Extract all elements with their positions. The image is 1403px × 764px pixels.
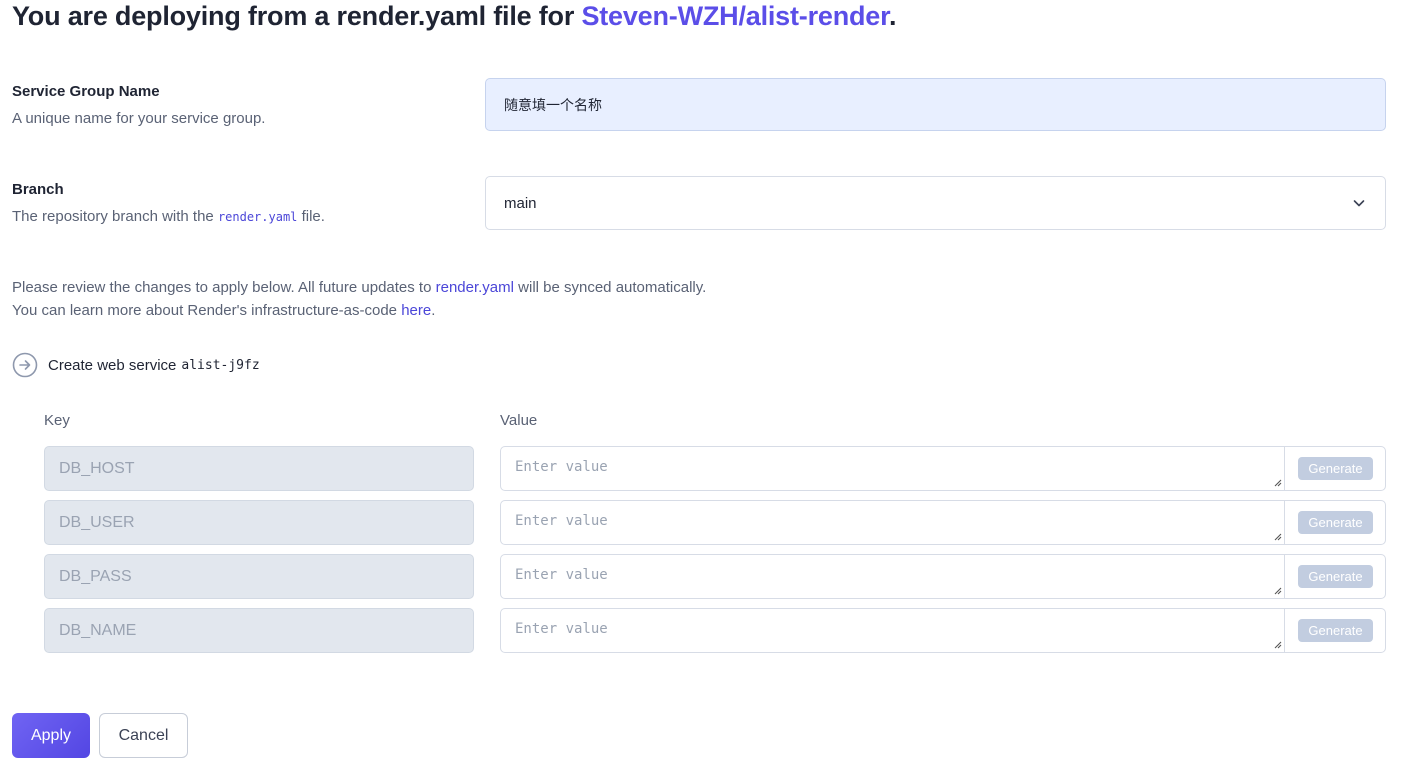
render-yaml-code: render.yaml	[217, 210, 298, 224]
env-value-input[interactable]	[501, 447, 1285, 490]
env-value-row: Generate	[500, 554, 1386, 599]
create-web-service-row: Create web service alist-j9fz	[12, 352, 260, 378]
service-group-name-label: Service Group Name	[12, 83, 160, 100]
here-link[interactable]: here	[401, 302, 431, 319]
branch-select[interactable]: main	[485, 176, 1386, 230]
env-value-input[interactable]	[501, 501, 1285, 544]
repo-link[interactable]: Steven-WZH/alist-render	[581, 1, 889, 31]
title-prefix: You are deploying from a render.yaml fil…	[12, 1, 582, 31]
info-line-1-suffix: will be synced automatically.	[513, 279, 707, 296]
apply-button[interactable]: Apply	[12, 713, 90, 758]
env-value-row: Generate	[500, 446, 1386, 491]
service-name: alist-j9fz	[181, 357, 260, 373]
branch-help-suffix: file.	[297, 208, 325, 225]
info-line-1-prefix: Please review the changes to apply below…	[12, 279, 436, 296]
branch-help: The repository branch with the render.ya…	[12, 208, 325, 225]
arrow-circle-right-icon	[12, 352, 38, 378]
info-line-2: You can learn more about Render's infras…	[12, 299, 706, 322]
generate-button[interactable]: Generate	[1298, 457, 1373, 480]
generate-button[interactable]: Generate	[1298, 619, 1373, 642]
value-column-header: Value	[500, 412, 538, 429]
info-text: Please review the changes to apply below…	[12, 276, 706, 322]
generate-button[interactable]: Generate	[1298, 511, 1373, 534]
title-suffix: .	[888, 1, 897, 31]
cancel-button[interactable]: Cancel	[99, 713, 188, 758]
key-column-header: Key	[44, 412, 70, 429]
env-key-field: DB_NAME	[44, 608, 474, 653]
env-key-field: DB_USER	[44, 500, 474, 545]
env-value-input[interactable]	[501, 555, 1285, 598]
info-line-2-prefix: You can learn more about Render's infras…	[12, 302, 402, 319]
chevron-down-icon	[1353, 200, 1365, 207]
page-title: You are deploying from a render.yaml fil…	[12, 1, 896, 32]
branch-label: Branch	[12, 181, 64, 198]
branch-help-prefix: The repository branch with the	[12, 208, 218, 225]
render-yaml-link[interactable]: render.yaml	[436, 279, 514, 296]
service-group-name-input[interactable]	[485, 78, 1386, 131]
resize-handle-icon[interactable]	[1272, 639, 1282, 649]
resize-handle-icon[interactable]	[1272, 531, 1282, 541]
branch-selected-value: main	[504, 194, 537, 212]
env-key-field: DB_HOST	[44, 446, 474, 491]
info-line-2-suffix: .	[431, 302, 436, 319]
resize-handle-icon[interactable]	[1272, 585, 1282, 595]
service-group-name-help: A unique name for your service group.	[12, 110, 266, 127]
env-key-field: DB_PASS	[44, 554, 474, 599]
generate-button[interactable]: Generate	[1298, 565, 1373, 588]
env-value-row: Generate	[500, 608, 1386, 653]
env-value-row: Generate	[500, 500, 1386, 545]
create-web-service-text: Create web service	[48, 356, 177, 374]
env-value-input[interactable]	[501, 609, 1285, 652]
info-line-1: Please review the changes to apply below…	[12, 276, 706, 299]
resize-handle-icon[interactable]	[1272, 477, 1282, 487]
